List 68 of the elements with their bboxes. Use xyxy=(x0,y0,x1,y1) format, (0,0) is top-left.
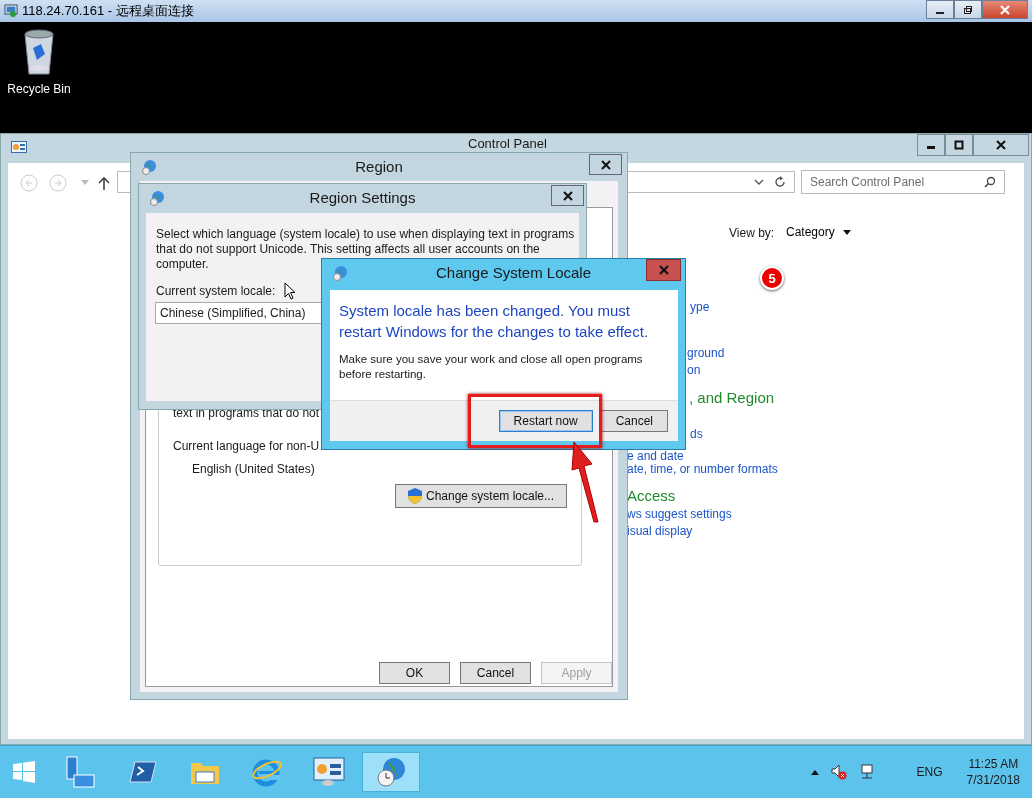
server-toolbox-icon xyxy=(64,755,98,789)
close-icon xyxy=(658,265,669,275)
language-value: English (United States) xyxy=(192,462,315,476)
network-icon[interactable] xyxy=(858,764,875,780)
maximize-button[interactable] xyxy=(945,134,973,156)
view-by-dropdown[interactable]: Category xyxy=(780,223,857,241)
dialog-button[interactable]: Restart now xyxy=(498,410,593,432)
locale-label: Current system locale: xyxy=(156,284,276,298)
dialog-title: Region Settings xyxy=(309,189,416,206)
close-button[interactable] xyxy=(973,134,1029,156)
close-icon xyxy=(600,159,611,170)
restore-button[interactable] xyxy=(954,0,982,19)
chevron-down-icon[interactable] xyxy=(754,179,764,185)
category-link[interactable]: ype xyxy=(690,300,710,314)
maximize-icon xyxy=(954,140,964,150)
language-label: Current language for non-U xyxy=(173,439,320,453)
close-button[interactable] xyxy=(551,185,584,206)
speaker-muted-icon[interactable] xyxy=(830,764,847,780)
category-link[interactable]: e and date xyxy=(627,449,684,463)
globe-clock-icon xyxy=(332,265,348,281)
globe-clock-icon xyxy=(141,159,157,175)
refresh-icon[interactable] xyxy=(774,176,786,188)
note-text: Make sure you save your work and close all open programs before restarting. xyxy=(339,352,644,382)
category-link[interactable]: ds xyxy=(690,427,703,441)
close-icon xyxy=(1000,4,1010,15)
step-badge: 5 xyxy=(760,266,784,290)
view-by-label: View by: xyxy=(729,226,775,240)
category-heading[interactable]: Access xyxy=(627,487,676,505)
globe-clock-icon xyxy=(149,190,165,206)
minimize-icon xyxy=(936,11,944,14)
close-button[interactable] xyxy=(589,154,622,175)
category-heading[interactable]: , and Region xyxy=(689,389,775,407)
remote-desktop-icon xyxy=(4,4,18,18)
windows-logo-icon xyxy=(13,761,35,783)
caret-icon xyxy=(842,229,851,235)
mouse-cursor-icon xyxy=(284,282,296,300)
window-title: 118.24.70.161 - 远程桌面连接 xyxy=(22,2,194,20)
up-arrow-icon[interactable] xyxy=(98,176,110,190)
clock-date[interactable]: 7/31/2018 xyxy=(966,773,1020,787)
globe-clock-icon xyxy=(375,756,407,788)
terminal-icon xyxy=(129,760,157,784)
category-link[interactable]: ate, time, or number formats xyxy=(627,462,778,476)
category-link[interactable]: on xyxy=(687,363,701,377)
shield-icon xyxy=(407,488,422,504)
search-field[interactable]: Search Control Panel xyxy=(801,170,1005,194)
language-indicator[interactable]: ENG xyxy=(916,765,943,779)
taskbar-app[interactable] xyxy=(362,752,420,792)
icon-label[interactable]: Recycle Bin xyxy=(7,82,71,96)
dialog-button[interactable]: Cancel xyxy=(600,410,668,432)
dialog-button[interactable]: Cancel xyxy=(460,662,531,684)
category-link[interactable]: ws suggest settings xyxy=(627,507,732,521)
control-panel-icon xyxy=(11,141,27,155)
close-icon xyxy=(996,140,1006,150)
close-icon xyxy=(562,190,573,201)
change-locale-button[interactable]: Change system locale... xyxy=(395,484,567,508)
category-link[interactable]: isual display xyxy=(627,524,693,538)
minimize-button[interactable] xyxy=(926,0,954,19)
window-title: Control Panel xyxy=(468,136,547,151)
search-icon xyxy=(984,176,996,188)
caret-up-icon[interactable] xyxy=(810,769,819,775)
control-panel-icon xyxy=(313,757,345,787)
dialog-button[interactable]: OK xyxy=(379,662,450,684)
dialog-title: Region xyxy=(355,158,403,175)
clock-time[interactable]: 11:25 AM xyxy=(968,757,1019,771)
restore-icon xyxy=(963,4,973,15)
minimize-button[interactable] xyxy=(917,134,945,156)
recycle-bin-icon[interactable] xyxy=(21,28,57,76)
category-link[interactable]: ground xyxy=(687,346,725,360)
